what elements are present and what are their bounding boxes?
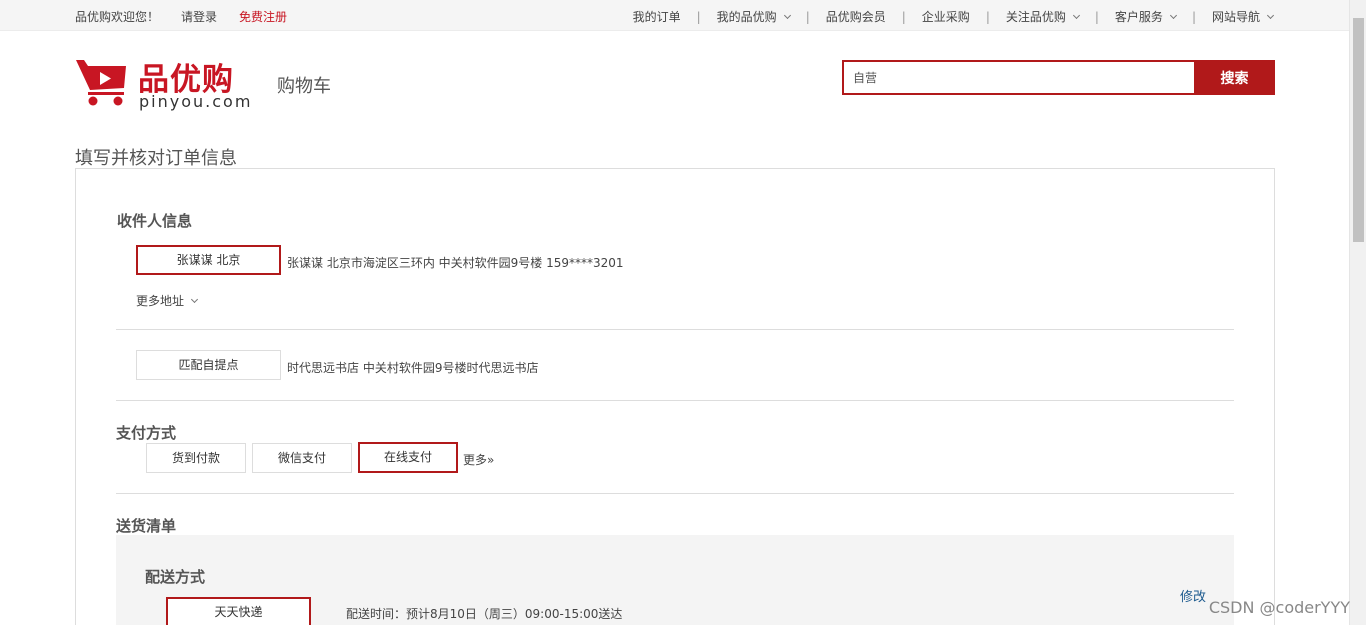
order-form: 收件人信息 张谋谋 北京 张谋谋 北京市海淀区三环内 中关村软件园9号楼 159… — [75, 168, 1275, 625]
nav-separator: | — [1191, 9, 1196, 24]
nav-separator: | — [805, 9, 810, 24]
receiver-selected-button[interactable]: 张谋谋 北京 — [136, 245, 281, 275]
search-bar: 搜索 — [842, 60, 1275, 95]
shipping-method-button[interactable]: 天天快递 — [166, 597, 311, 625]
divider — [116, 400, 1234, 401]
nav-separator: | — [985, 9, 990, 24]
payment-section-title: 支付方式 — [116, 424, 177, 442]
payment-wechat-button[interactable]: 微信支付 — [252, 443, 352, 473]
chevron-down-icon — [1072, 11, 1080, 19]
top-nav: 我的订单 | 我的品优购 | 品优购会员 | 企业采购 | 关注品优购 | 客户… — [633, 8, 1275, 25]
register-link[interactable]: 免费注册 — [239, 8, 287, 25]
watermark: CSDN @coderYYY — [1208, 598, 1350, 617]
shipping-section-title: 送货清单 — [116, 517, 177, 535]
payment-cod-button[interactable]: 货到付款 — [146, 443, 246, 473]
shipping-method-title: 配送方式 — [145, 568, 206, 586]
receiver-section-title: 收件人信息 — [117, 212, 193, 230]
chevron-down-icon — [1266, 11, 1275, 19]
nav-my-pinyou[interactable]: 我的品优购 — [717, 8, 791, 25]
payment-online-button[interactable]: 在线支付 — [358, 442, 458, 473]
page-title: 填写并核对订单信息 — [75, 148, 237, 169]
nav-member[interactable]: 品优购会员 — [826, 8, 886, 25]
pickup-button[interactable]: 匹配自提点 — [136, 350, 281, 380]
cart-logo-icon — [76, 60, 126, 106]
page-subtitle: 购物车 — [277, 76, 331, 97]
scrollbar-thumb[interactable] — [1353, 18, 1364, 242]
logo-domain: pinyou.com — [139, 92, 253, 111]
top-bar: 品优购欢迎您！ 请登录 免费注册 我的订单 | 我的品优购 | 品优购会员 | … — [0, 0, 1349, 31]
nav-separator: | — [1094, 9, 1099, 24]
divider — [116, 329, 1234, 330]
nav-separator: | — [901, 9, 906, 24]
pickup-detail: 时代思远书店 中关村软件园9号楼时代思远书店 — [287, 361, 539, 375]
logo[interactable]: 品优购 pinyou.com — [74, 54, 253, 111]
receiver-detail: 张谋谋 北京市海淀区三环内 中关村软件园9号楼 159****3201 — [287, 256, 624, 270]
chevron-down-icon — [190, 295, 199, 303]
shipping-panel: 配送方式 天天快递 配送时间：预计8月10日（周三）09:00-15:00送达 … — [116, 535, 1234, 625]
chevron-down-icon — [783, 11, 791, 19]
divider — [116, 493, 1234, 494]
search-input[interactable] — [842, 60, 1194, 95]
top-bar-left: 品优购欢迎您！ 请登录 免费注册 — [75, 8, 309, 25]
chevron-down-icon — [1169, 11, 1177, 19]
nav-service[interactable]: 客户服务 — [1115, 8, 1177, 25]
nav-separator: | — [696, 9, 701, 24]
welcome-text: 品优购欢迎您！ — [75, 10, 160, 24]
shipping-edit-link[interactable]: 修改 — [1180, 586, 1206, 605]
search-button[interactable]: 搜索 — [1194, 60, 1275, 95]
login-link[interactable]: 请登录 — [181, 8, 217, 25]
payment-more-link[interactable]: 更多» — [463, 451, 494, 468]
nav-my-orders[interactable]: 我的订单 — [633, 8, 681, 25]
nav-sitemap[interactable]: 网站导航 — [1212, 8, 1275, 25]
page-scrollbar[interactable] — [1349, 0, 1366, 625]
more-address-toggle[interactable]: 更多地址 — [136, 292, 199, 309]
nav-enterprise[interactable]: 企业采购 — [922, 8, 970, 25]
nav-follow[interactable]: 关注品优购 — [1006, 8, 1080, 25]
shipping-time: 配送时间：预计8月10日（周三）09:00-15:00送达 — [346, 607, 623, 621]
